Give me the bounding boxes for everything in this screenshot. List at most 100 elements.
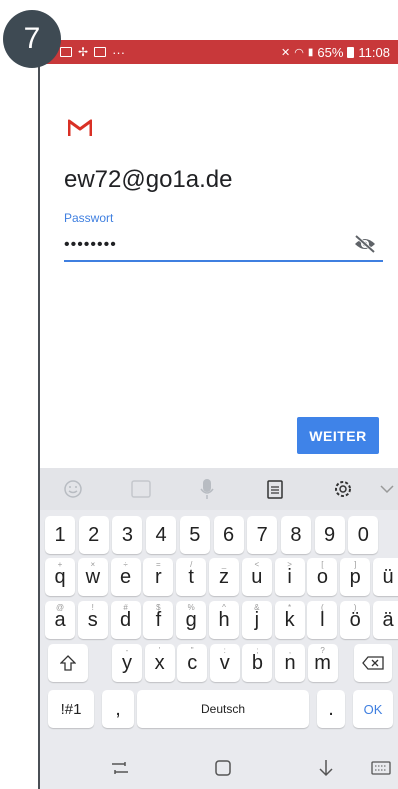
- key-9[interactable]: 9: [314, 516, 345, 554]
- key-n[interactable]: ,n: [275, 644, 305, 682]
- sync-icon: ✢: [78, 45, 89, 59]
- image-icon: [60, 47, 72, 57]
- key-x[interactable]: ' x: [144, 644, 175, 682]
- back-down-icon[interactable]: [316, 759, 336, 777]
- key-ö[interactable]: ) ö: [340, 601, 371, 639]
- shift-icon: [60, 655, 76, 671]
- next-button[interactable]: WEITER: [297, 417, 379, 454]
- key-secondary-label: ÷: [123, 560, 128, 569]
- key-h[interactable]: ^ h: [209, 601, 239, 639]
- key-e[interactable]: ÷ e: [110, 558, 141, 596]
- key-0[interactable]: 0: [348, 516, 379, 554]
- login-content: ew72@go1a.de Passwort •••••••• WEITER: [40, 64, 398, 468]
- settings-gear-icon[interactable]: [332, 478, 354, 500]
- key-secondary-label: =: [156, 560, 161, 569]
- key-w[interactable]: × w: [77, 558, 108, 596]
- key-label: 1: [54, 523, 66, 546]
- key-8[interactable]: 8: [280, 516, 311, 554]
- key-secondary-label: <: [254, 560, 260, 569]
- key-label: 4: [155, 523, 167, 546]
- space-key[interactable]: Deutsch: [137, 690, 309, 728]
- key-2[interactable]: 2: [78, 516, 109, 554]
- period-key[interactable]: .: [317, 690, 345, 728]
- emoji-icon[interactable]: [62, 478, 84, 500]
- key-y[interactable]: -y: [112, 644, 142, 682]
- password-value: ••••••••: [64, 236, 117, 253]
- ok-key[interactable]: OK: [353, 690, 393, 728]
- home-icon[interactable]: [213, 759, 233, 777]
- key-3[interactable]: 3: [112, 516, 143, 554]
- key-o[interactable]: [o: [307, 558, 338, 596]
- key-label: .: [328, 697, 334, 720]
- keyboard-toolbar: [40, 468, 398, 510]
- key-s[interactable]: ! s: [77, 601, 108, 639]
- key-label: 0: [357, 523, 369, 546]
- key-secondary-label: ^: [222, 603, 226, 612]
- key-label: ä: [382, 608, 394, 631]
- key-j[interactable]: & j: [241, 601, 272, 639]
- key-ä[interactable]: ä: [373, 601, 398, 639]
- key-label: !#1: [60, 700, 82, 718]
- keyboard-switch-icon[interactable]: [371, 759, 391, 777]
- key-z[interactable]: _ z: [209, 558, 239, 596]
- account-email: ew72@go1a.de: [64, 166, 233, 193]
- key-label: Deutsch: [200, 702, 246, 716]
- backspace-key[interactable]: [354, 644, 392, 682]
- key-secondary-label: $: [156, 603, 161, 612]
- recent-apps-icon[interactable]: [110, 759, 130, 777]
- key-1[interactable]: 1: [45, 516, 75, 554]
- microphone-icon[interactable]: [196, 478, 218, 500]
- key-7[interactable]: 7: [247, 516, 278, 554]
- key-secondary-label: @: [55, 603, 65, 612]
- key-g[interactable]: % g: [176, 601, 207, 639]
- key-r[interactable]: = r: [143, 558, 174, 596]
- key-secondary-label: ?: [320, 646, 325, 655]
- key-k[interactable]: * k: [274, 601, 305, 639]
- key-secondary-label: _: [221, 560, 227, 569]
- step-badge: 7: [3, 10, 61, 68]
- key-i[interactable]: > i: [274, 558, 305, 596]
- key-secondary-label: *: [288, 603, 292, 612]
- key-f[interactable]: $ f: [143, 601, 174, 639]
- clock: 11:08: [358, 44, 390, 60]
- gif-icon[interactable]: [130, 478, 152, 500]
- key-q[interactable]: + q: [45, 558, 75, 596]
- key-p[interactable]: ] p: [340, 558, 371, 596]
- password-label: Passwort: [64, 211, 114, 225]
- key-secondary-label: ;: [256, 646, 259, 655]
- key-b[interactable]: ; b: [242, 644, 273, 682]
- key-t[interactable]: / t: [176, 558, 207, 596]
- password-field[interactable]: ••••••••: [64, 232, 383, 262]
- key-secondary-label: &: [254, 603, 260, 612]
- key-m[interactable]: ? m: [307, 644, 338, 682]
- key-l[interactable]: (l: [307, 601, 338, 639]
- key-a[interactable]: @ a: [45, 601, 75, 639]
- key-secondary-label: ×: [90, 560, 96, 569]
- key-label: 6: [222, 523, 235, 546]
- key-label: 2: [88, 523, 100, 546]
- collapse-chevron-icon[interactable]: [376, 478, 398, 500]
- key-secondary-label: ,: [288, 646, 292, 655]
- key-5[interactable]: 5: [179, 516, 210, 554]
- key-secondary-label: /: [190, 560, 193, 569]
- symbols-key[interactable]: !#1: [48, 690, 94, 728]
- shift-key[interactable]: [48, 644, 88, 682]
- key-4[interactable]: 4: [146, 516, 177, 554]
- more-notifications: ···: [112, 44, 126, 60]
- clipboard-icon[interactable]: [264, 478, 286, 500]
- comma-key[interactable]: ,: [102, 690, 134, 728]
- mute-icon: ✕: [281, 46, 291, 59]
- key-6[interactable]: 6: [213, 516, 244, 554]
- status-bar: ✢ ··· ✕ ◠ ▮ 65% 11:08: [40, 40, 398, 64]
- key-v[interactable]: :v: [209, 644, 240, 682]
- key-secondary-label: ]: [354, 560, 357, 569]
- battery-percent: 65%: [317, 44, 344, 60]
- hide-password-icon[interactable]: [353, 234, 377, 254]
- key-c[interactable]: " c: [177, 644, 208, 682]
- gallery-icon: [94, 47, 107, 57]
- key-u[interactable]: < u: [241, 558, 272, 596]
- key-secondary-label: !: [91, 603, 94, 612]
- screen: 7 ✢ ··· ✕ ◠ ▮ 65% 11:08 ew72@go1a.de Pas…: [0, 0, 398, 789]
- key-ü[interactable]: ü: [373, 558, 398, 596]
- key-d[interactable]: # d: [110, 601, 141, 639]
